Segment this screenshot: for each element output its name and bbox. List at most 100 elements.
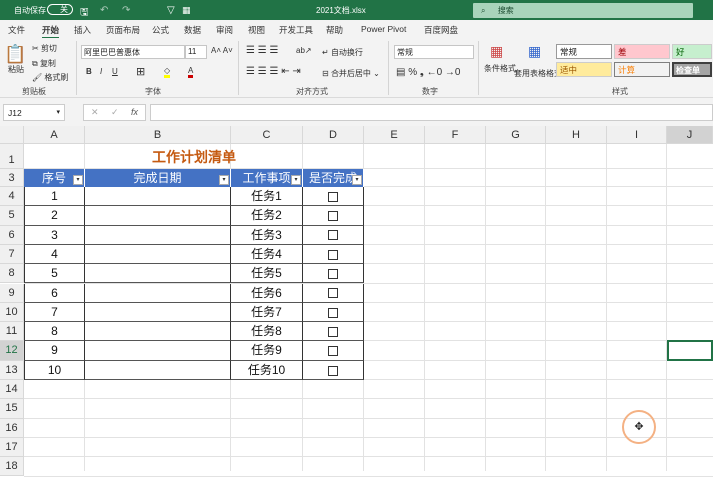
table-cell[interactable]: 任务9: [231, 341, 303, 361]
completion-checkbox-cell[interactable]: [303, 244, 364, 265]
table-cell[interactable]: 3: [24, 225, 85, 245]
redo-icon[interactable]: ↷: [122, 5, 130, 16]
table-cell[interactable]: 4: [24, 244, 85, 265]
filter-icon[interactable]: ▽: [167, 5, 175, 16]
row-header-1[interactable]: 1: [0, 144, 24, 169]
tab-9[interactable]: 帮助: [326, 24, 343, 36]
column-header-F[interactable]: F: [425, 126, 486, 144]
checkbox[interactable]: [328, 230, 338, 241]
filter-dropdown-icon[interactable]: ▾: [352, 175, 362, 185]
completion-checkbox-cell[interactable]: [303, 322, 364, 342]
table-cell[interactable]: 1: [24, 187, 85, 207]
table-cell[interactable]: [85, 283, 231, 303]
table-cell[interactable]: [85, 360, 231, 380]
orientation-icon[interactable]: ab↗: [296, 46, 312, 55]
row-header-13[interactable]: 13: [0, 360, 24, 380]
checkbox[interactable]: [328, 346, 338, 357]
italic-button[interactable]: I: [100, 67, 102, 76]
checkbox[interactable]: [328, 288, 338, 299]
font-color-icon[interactable]: A: [188, 66, 194, 78]
column-header-G[interactable]: G: [486, 126, 546, 144]
row-header-18[interactable]: 18: [0, 457, 24, 477]
table-cell[interactable]: 6: [24, 283, 85, 303]
table-cell[interactable]: 5: [24, 264, 85, 284]
table-cell[interactable]: 任务2: [231, 206, 303, 226]
undo-icon[interactable]: ↶: [100, 5, 108, 16]
row-header-4[interactable]: 4: [0, 187, 24, 207]
row-header-9[interactable]: 9: [0, 283, 24, 303]
selected-cell-J12[interactable]: [667, 340, 713, 362]
tab-11[interactable]: 百度网盘: [424, 24, 458, 36]
filter-dropdown-icon[interactable]: ▾: [219, 175, 229, 185]
row-header-12[interactable]: 12: [0, 341, 24, 361]
fill-color-icon[interactable]: ◇: [164, 66, 171, 78]
paste-icon[interactable]: 📋: [4, 44, 26, 65]
checkbox[interactable]: [328, 211, 338, 222]
completion-checkbox-cell[interactable]: [303, 283, 364, 303]
column-header-E[interactable]: E: [364, 126, 425, 144]
enter-icon[interactable]: ✓: [111, 107, 119, 118]
font-size-select[interactable]: 11: [185, 45, 207, 59]
style-calculation[interactable]: 计算: [614, 62, 670, 77]
style-normal[interactable]: 常规: [556, 44, 612, 59]
font-grow-icon[interactable]: A˄ A˅: [211, 46, 233, 55]
table-cell[interactable]: [85, 302, 231, 323]
table-cell[interactable]: [85, 322, 231, 342]
format-painter-button[interactable]: 🖌 格式刷: [32, 72, 68, 83]
row-header-10[interactable]: 10: [0, 302, 24, 323]
search-box[interactable]: ⌕ 搜索: [473, 3, 693, 18]
bold-button[interactable]: B: [86, 67, 92, 76]
table-cell[interactable]: 2: [24, 206, 85, 226]
completion-checkbox-cell[interactable]: [303, 264, 364, 284]
font-name-select[interactable]: 阿里巴巴普惠体: [81, 45, 185, 59]
formula-input[interactable]: [150, 104, 713, 121]
row-header-14[interactable]: 14: [0, 380, 24, 400]
row-header-16[interactable]: 16: [0, 418, 24, 438]
tab-0[interactable]: 文件: [8, 24, 25, 36]
column-header-A[interactable]: A: [24, 126, 85, 144]
underline-button[interactable]: U: [112, 67, 118, 76]
tab-8[interactable]: 开发工具: [279, 24, 313, 36]
table-cell[interactable]: [85, 341, 231, 361]
checkbox[interactable]: [328, 269, 338, 280]
conditional-format-button[interactable]: 条件格式: [484, 63, 516, 74]
name-box[interactable]: J12 ▾: [3, 104, 65, 121]
style-bad[interactable]: 差: [614, 44, 670, 59]
style-good[interactable]: 好: [672, 44, 712, 59]
table-cell[interactable]: 10: [24, 360, 85, 380]
table-cell[interactable]: [85, 264, 231, 284]
completion-checkbox-cell[interactable]: [303, 187, 364, 207]
column-header-J[interactable]: J: [667, 126, 713, 144]
row-header-5[interactable]: 5: [0, 206, 24, 226]
column-header-H[interactable]: H: [546, 126, 607, 144]
copy-button[interactable]: ⧉ 复制: [32, 58, 56, 69]
table-cell[interactable]: 8: [24, 322, 85, 342]
table-cell[interactable]: 任务10: [231, 360, 303, 380]
align-top-icon[interactable]: ☰ ☰ ☰: [246, 45, 278, 56]
function-icon[interactable]: fx: [131, 107, 138, 117]
tab-3[interactable]: 页面布局: [106, 24, 140, 36]
tab-6[interactable]: 审阅: [216, 24, 233, 36]
tab-5[interactable]: 数据: [184, 24, 201, 36]
checkbox[interactable]: [328, 326, 338, 337]
row-header-3[interactable]: 3: [0, 169, 24, 187]
tab-7[interactable]: 视图: [248, 24, 265, 36]
autosave-toggle[interactable]: 关: [47, 4, 73, 15]
completion-checkbox-cell[interactable]: [303, 206, 364, 226]
table-cell[interactable]: [85, 187, 231, 207]
completion-checkbox-cell[interactable]: [303, 225, 364, 245]
format-table-icon[interactable]: ▦: [528, 43, 541, 60]
table-cell[interactable]: 任务8: [231, 322, 303, 342]
checkbox[interactable]: [328, 191, 338, 202]
row-header-8[interactable]: 8: [0, 264, 24, 284]
row-header-7[interactable]: 7: [0, 244, 24, 265]
row-header-17[interactable]: 17: [0, 437, 24, 458]
percent-icon[interactable]: ▤ % ❟ ←0 →0: [396, 67, 461, 78]
row-header-15[interactable]: 15: [0, 399, 24, 419]
number-format-select[interactable]: 常规: [394, 45, 474, 59]
completion-checkbox-cell[interactable]: [303, 360, 364, 380]
table-cell[interactable]: 任务4: [231, 244, 303, 265]
table-cell[interactable]: 任务6: [231, 283, 303, 303]
filter-dropdown-icon[interactable]: ▾: [73, 175, 83, 185]
align-left-icon[interactable]: ☰ ☰ ☰ ⇤ ⇥: [246, 66, 301, 77]
